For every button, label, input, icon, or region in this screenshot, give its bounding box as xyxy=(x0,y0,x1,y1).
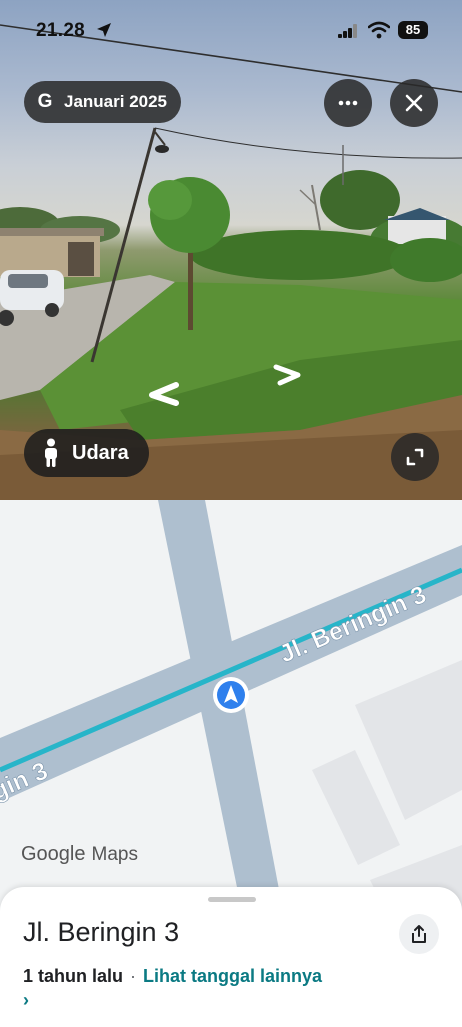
expand-button[interactable] xyxy=(391,433,439,481)
street-view-panorama[interactable]: 21.28 85 G Januari 2025 Udara xyxy=(0,0,462,500)
wifi-icon xyxy=(368,21,390,39)
place-title: Jl. Beringin 3 xyxy=(23,917,180,947)
street-view-image xyxy=(0,24,462,500)
close-icon xyxy=(405,94,423,112)
current-position-marker[interactable] xyxy=(213,677,249,713)
google-wordmark: Google xyxy=(21,843,86,865)
status-bar: 21.28 85 xyxy=(0,0,462,60)
chevron-right-icon[interactable] xyxy=(272,364,304,386)
more-options-button[interactable] xyxy=(324,79,372,127)
share-button[interactable] xyxy=(399,914,439,954)
cellular-signal-icon xyxy=(338,24,357,38)
time-ago-label: 1 tahun lalu xyxy=(23,966,124,986)
share-icon xyxy=(412,925,426,943)
air-view-label: Udara xyxy=(72,441,129,464)
google-maps-logo: Google Maps xyxy=(21,843,138,866)
location-arrow-icon xyxy=(97,23,111,37)
pegman-icon xyxy=(45,438,57,467)
maps-wordmark: Maps xyxy=(91,844,138,865)
status-time: 21.28 xyxy=(36,20,86,41)
imagery-date-label: Januari 2025 xyxy=(64,92,168,111)
sheet-drag-handle[interactable] xyxy=(208,897,256,902)
place-bottom-sheet[interactable]: Jl. Beringin 3 1 tahun lalu · Lihat tang… xyxy=(0,887,462,1027)
google-g-icon: G xyxy=(37,91,53,112)
meta-separator: · xyxy=(130,966,137,986)
expand-icon xyxy=(406,448,424,466)
close-button[interactable] xyxy=(390,79,438,127)
battery-indicator: 85 xyxy=(398,21,428,39)
chevron-left-icon[interactable] xyxy=(146,382,182,406)
air-view-button[interactable]: Udara xyxy=(24,429,149,477)
more-horizontal-icon xyxy=(338,100,358,106)
see-other-dates-link[interactable]: Lihat tanggal lainnya xyxy=(143,966,322,986)
chevron-right-small-icon: › xyxy=(23,990,29,1010)
imagery-meta: 1 tahun lalu · Lihat tanggal lainnya › xyxy=(23,964,323,1012)
imagery-date-chip[interactable]: G Januari 2025 xyxy=(24,81,182,123)
